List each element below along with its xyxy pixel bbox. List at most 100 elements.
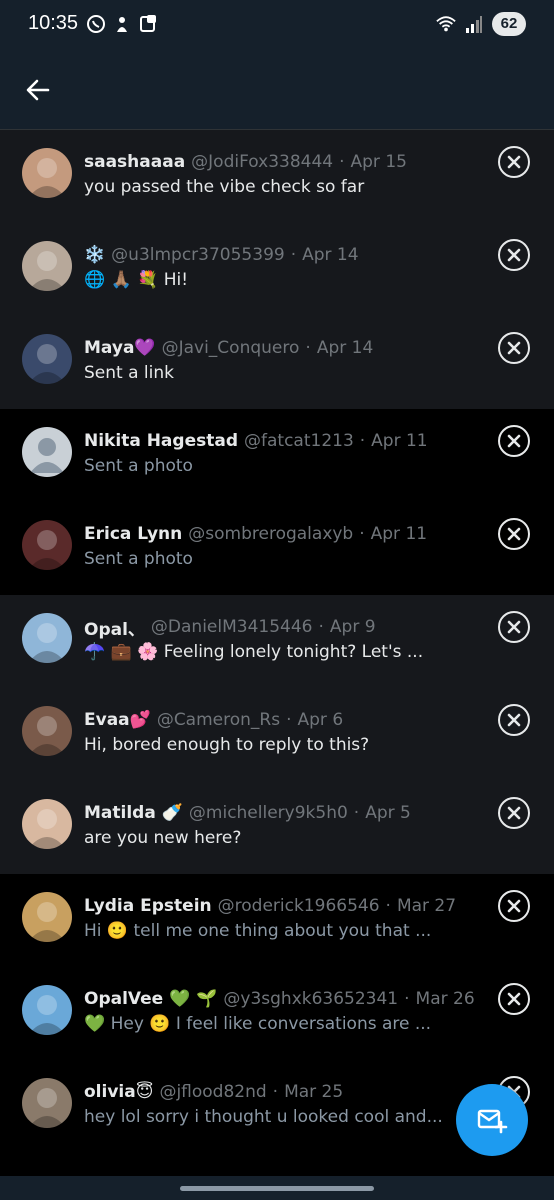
message-preview: Hi 🙂 tell me one thing about you that ..… <box>84 921 432 941</box>
avatar[interactable] <box>22 241 72 291</box>
conversation-row[interactable]: Evaa💕 @Cameron_Rs · Apr 6 Hi, bored enough t… <box>0 688 554 781</box>
back-button[interactable] <box>20 72 56 108</box>
message-preview: Sent a link <box>84 363 174 383</box>
dismiss-button[interactable] <box>498 239 530 271</box>
message-preview: 💚 Hey 🙂 I feel like conversations are ..… <box>84 1014 432 1034</box>
dismiss-button[interactable] <box>498 704 530 736</box>
separator: · <box>404 989 410 1009</box>
status-system-icons: 62 <box>436 12 526 36</box>
status-bar: 10:35 62 <box>0 0 554 52</box>
conversation-row[interactable]: saashaaaa @JodiFox338444 · Apr 15 you passed… <box>0 130 554 223</box>
message-requests-list: saashaaaa @JodiFox338444 · Apr 15 you passed… <box>0 130 554 1176</box>
wifi-icon <box>436 14 456 34</box>
conversation-header: saashaaaa @JodiFox338444 · Apr 15 <box>84 150 474 174</box>
avatar[interactable] <box>22 148 72 198</box>
conversation-row[interactable]: Nikita Hagestad @fatcat1213 · Apr 11 Sent a … <box>0 409 554 502</box>
conversation-header: Nikita Hagestad @fatcat1213 · Apr 11 <box>84 429 474 453</box>
arrow-left-icon <box>26 79 50 101</box>
dismiss-button[interactable] <box>498 425 530 457</box>
avatar[interactable] <box>22 799 72 849</box>
separator: · <box>359 524 365 544</box>
dismiss-button[interactable] <box>498 611 530 643</box>
message-date: Mar 27 <box>396 896 457 916</box>
whatsapp-icon <box>86 14 106 34</box>
sender-handle: @michellery9k5h0 <box>188 803 348 823</box>
hand-icon <box>112 14 132 34</box>
separator: · <box>353 803 360 823</box>
separator: · <box>305 338 311 358</box>
close-icon <box>507 992 521 1006</box>
conversation-group: saashaaaa @JodiFox338444 · Apr 15 you passed… <box>0 130 554 409</box>
sender-name: Matilda 🍼 <box>84 803 183 823</box>
dismiss-button[interactable] <box>498 983 530 1015</box>
sender-handle: @y3sghxk63652341 <box>223 989 399 1009</box>
dismiss-button[interactable] <box>498 518 530 550</box>
dismiss-button[interactable] <box>498 797 530 829</box>
conversation-header: olivia😇 @jflood82nd · Mar 25 <box>84 1080 474 1104</box>
conversation-header: Lydia Epstein @roderick1966546 · Mar 27 <box>84 894 474 918</box>
avatar[interactable] <box>22 613 72 663</box>
sender-name: saashaaaa <box>84 152 186 172</box>
conversation-row[interactable]: Maya💜 @Javi_Conquero · Apr 14 Sent a link <box>0 316 554 409</box>
avatar[interactable] <box>22 520 72 570</box>
conversation-header: Erica Lynn @sombrerogalaxyb · Apr 11 <box>84 522 474 546</box>
conversation-row[interactable]: Erica Lynn @sombrerogalaxyb · Apr 11 Sent a … <box>0 502 554 595</box>
sender-name: OpalVee 💚 🌱 <box>84 989 218 1009</box>
avatar[interactable] <box>22 1078 72 1128</box>
dismiss-button[interactable] <box>498 890 530 922</box>
separator: · <box>339 152 345 172</box>
message-date: Apr 9 <box>329 617 376 637</box>
avatar[interactable] <box>22 427 72 477</box>
message-preview: Sent a photo <box>84 456 193 476</box>
sender-handle: @u3lmpcr37055399 <box>111 245 285 265</box>
avatar[interactable] <box>22 892 72 942</box>
dismiss-button[interactable] <box>498 332 530 364</box>
sender-name: Opal、 <box>84 619 145 640</box>
conversation-row[interactable]: OpalVee 💚 🌱 @y3sghxk63652341 · Mar 26 💚 Hey … <box>0 967 554 1060</box>
close-icon <box>507 713 521 727</box>
sender-handle: @JodiFox338444 <box>191 152 334 172</box>
avatar[interactable] <box>22 334 72 384</box>
message-preview: hey lol sorry i thought u looked cool an… <box>84 1107 443 1127</box>
system-navigation-bar <box>0 1176 554 1200</box>
sender-name: Nikita Hagestad <box>84 431 238 451</box>
conversation-row[interactable]: Matilda 🍼 @michellery9k5h0 · Apr 5 are you n… <box>0 781 554 874</box>
conversation-group: Opal、 @DanielM3415446 · Apr 9 ☂️ 💼 🌸 Feeling… <box>0 595 554 874</box>
conversation-header: Evaa💕 @Cameron_Rs · Apr 6 <box>84 708 474 732</box>
header <box>0 52 554 130</box>
sender-name: Evaa💕 <box>84 710 151 730</box>
close-icon <box>507 248 521 262</box>
status-notification-icons <box>86 14 158 34</box>
dismiss-button[interactable] <box>498 146 530 178</box>
close-icon <box>507 899 521 913</box>
signal-icon <box>464 14 484 34</box>
sender-name: Maya💜 <box>84 338 156 358</box>
separator: · <box>359 431 366 451</box>
message-date: Mar 25 <box>284 1082 344 1102</box>
conversation-row[interactable]: Lydia Epstein @roderick1966546 · Mar 27 Hi 🙂… <box>0 874 554 967</box>
close-icon <box>507 806 521 820</box>
close-icon <box>507 155 521 169</box>
conversation-row[interactable]: Opal、 @DanielM3415446 · Apr 9 ☂️ 💼 🌸 Feeling… <box>0 595 554 688</box>
home-indicator[interactable] <box>180 1186 374 1191</box>
separator: · <box>286 710 292 730</box>
message-date: Mar 26 <box>415 989 474 1009</box>
message-date: Apr 5 <box>365 803 411 823</box>
separator: · <box>272 1082 279 1102</box>
battery-indicator: 62 <box>492 12 526 36</box>
sender-name: ❄️ <box>84 245 106 265</box>
conversation-header: Opal、 @DanielM3415446 · Apr 9 <box>84 615 474 639</box>
new-message-button[interactable] <box>456 1084 528 1156</box>
status-time: 10:35 <box>28 12 79 34</box>
sender-name: Erica Lynn <box>84 524 183 544</box>
conversation-group: Nikita Hagestad @fatcat1213 · Apr 11 Sent a … <box>0 409 554 595</box>
conversation-header: Maya💜 @Javi_Conquero · Apr 14 <box>84 336 474 360</box>
avatar[interactable] <box>22 985 72 1035</box>
conversation-row[interactable]: ❄️ @u3lmpcr37055399 · Apr 14 🌐 🙏🏽 💐 Hi! <box>0 223 554 316</box>
separator: · <box>318 617 324 637</box>
avatar[interactable] <box>22 706 72 756</box>
conversation-header: ❄️ @u3lmpcr37055399 · Apr 14 <box>84 243 474 267</box>
message-date: Apr 14 <box>316 338 374 358</box>
message-preview: Hi, bored enough to reply to this? <box>84 735 370 755</box>
close-icon <box>507 434 521 448</box>
